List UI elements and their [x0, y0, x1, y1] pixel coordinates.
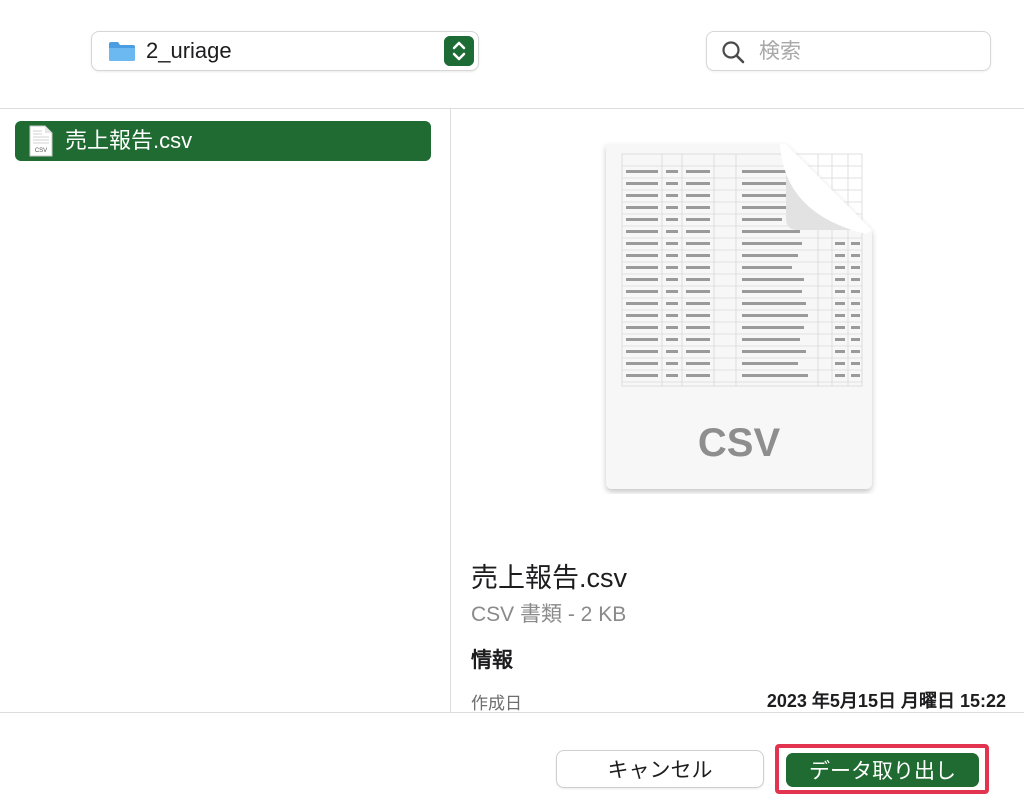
- svg-text:CSV: CSV: [35, 148, 47, 154]
- file-list: CSV 売上報告.csv: [0, 109, 451, 712]
- search-input[interactable]: [757, 35, 981, 69]
- file-list-item[interactable]: CSV 売上報告.csv: [15, 121, 431, 161]
- get-data-button[interactable]: データ取り出し: [786, 753, 979, 787]
- info-heading: 情報: [471, 649, 513, 672]
- chevron-up-down-icon[interactable]: [444, 36, 474, 66]
- location-name: 2_uriage: [146, 38, 232, 63]
- search-field[interactable]: [706, 31, 991, 71]
- preview-kind-size: CSV 書類 - 2 KB: [471, 603, 627, 626]
- created-value: 2023 年5月15日 月曜日 15:22: [766, 691, 1006, 711]
- toolbar: 2_uriage: [0, 0, 1024, 109]
- footer: キャンセル データ取り出し: [0, 712, 1024, 808]
- location-popup[interactable]: 2_uriage: [91, 31, 479, 71]
- preview-pane: CSV 売上報告.csv CSV 書類 - 2 KB 情報 作成日 2023 年…: [451, 109, 1024, 712]
- folder-icon: [109, 42, 135, 61]
- csv-document-icon: CSV: [29, 125, 53, 157]
- created-label: 作成日: [471, 694, 522, 712]
- search-icon: [722, 41, 745, 64]
- preview-icon-label: CSV: [698, 421, 781, 465]
- csv-document-icon: CSV: [606, 144, 872, 489]
- file-name: 売上報告.csv: [65, 128, 193, 153]
- cancel-button[interactable]: キャンセル: [556, 750, 764, 788]
- preview-file-name: 売上報告.csv: [471, 563, 628, 593]
